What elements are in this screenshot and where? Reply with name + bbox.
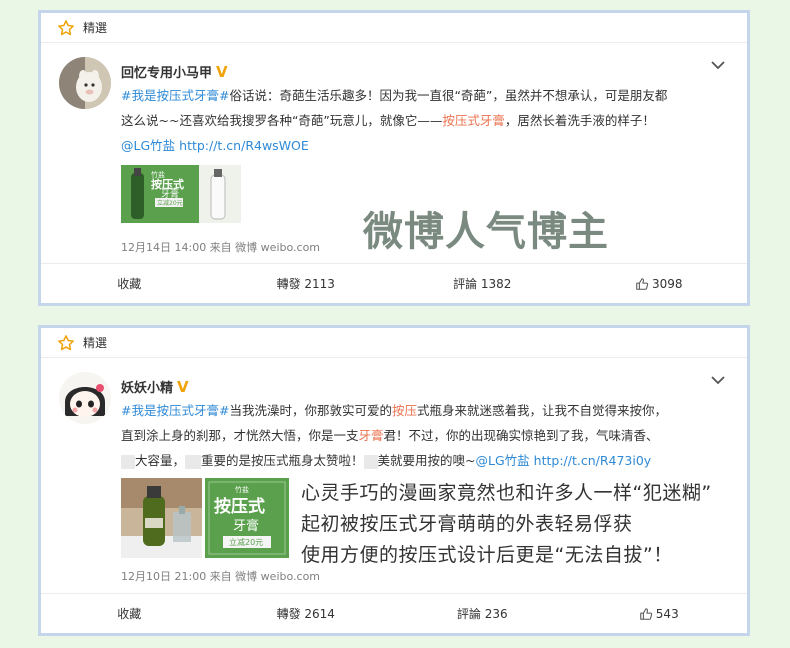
topic-link[interactable]: #我是按压式牙膏# [121, 403, 229, 418]
thumb-badge: 立减20元 [229, 537, 263, 547]
thumb-up-icon [636, 277, 649, 290]
vip-icon: V [216, 62, 228, 81]
repost-button[interactable]: 轉發 2614 [218, 605, 395, 622]
mask-block [185, 454, 202, 469]
post-text: #我是按压式牙膏#当我洗澡时，你那敦实可爱的按压式瓶身来就迷惑着我，让我不自觉得… [121, 403, 667, 469]
post-card-2: 精選 妖妖小精 V #我是按压式牙膏#当我洗澡时，你那敦实可爱的按压式瓶身来就迷… [38, 325, 750, 636]
post-image[interactable]: 竹盐 按压式 牙膏 立减20元 [205, 478, 289, 558]
thumb-up-icon [640, 607, 652, 620]
avatar[interactable] [59, 372, 111, 424]
repost-button[interactable]: 轉發 2113 [218, 275, 395, 292]
chevron-down-icon[interactable] [711, 60, 725, 70]
action-bar: 收藏 轉發 2614 評論 236 543 [41, 593, 747, 633]
user-name[interactable]: 妖妖小精 V [121, 377, 189, 397]
post-image[interactable] [121, 478, 202, 558]
thumb-sub: 牙膏 [161, 188, 179, 200]
comment-button[interactable]: 評論 236 [394, 605, 571, 622]
thumb-sub: 牙膏 [233, 518, 259, 534]
featured-label: 精選 [83, 21, 108, 35]
mention-link[interactable]: @LG竹盐 [121, 138, 175, 153]
thumb-brand: 竹盐 [235, 485, 249, 494]
mask-block [363, 454, 378, 469]
post-meta: 12月10日 21:00 来自 微博 weibo.com [121, 570, 321, 583]
avatar[interactable] [59, 57, 111, 109]
post-image[interactable]: 竹盐 按压式 牙膏 立减20元 [121, 165, 241, 223]
mention-link[interactable]: @LG竹盐 [476, 453, 530, 468]
featured-header: 精選 [41, 13, 747, 43]
post-meta: 12月14日 14:00 来自 微博 weibo.com [121, 241, 321, 254]
caption-line: 使用方便的按压式设计后更是“无法自拔”！ [301, 544, 673, 566]
watermark: 微博人气博主 [363, 209, 609, 255]
action-bar: 收藏 轉發 2113 評論 1382 3098 [41, 263, 747, 303]
post-card-1: 精選 回忆专用小马甲 V #我是按压式牙膏#俗话说：奇葩生活乐趣多！因为我一直很… [38, 10, 750, 306]
caption-line: 心灵手巧的漫画家竟然也和许多人一样“犯迷糊” [301, 482, 712, 504]
url-link[interactable]: http://t.cn/R473i0y [534, 453, 652, 468]
comment-button[interactable]: 評論 1382 [394, 275, 571, 292]
star-icon [58, 334, 74, 350]
like-button[interactable]: 543 [571, 607, 748, 621]
thumb-title: 按压式 [214, 496, 265, 517]
vip-icon: V [177, 377, 189, 396]
mask-block [121, 454, 135, 469]
user-name[interactable]: 回忆专用小马甲 V [121, 62, 228, 82]
featured-header: 精選 [41, 328, 747, 358]
like-button[interactable]: 3098 [571, 277, 748, 291]
caption-line: 起初被按压式牙膏萌萌的外表轻易俘获 [301, 513, 633, 535]
thumb-badge: 立减20元 [157, 199, 183, 207]
favorite-button[interactable]: 收藏 [41, 605, 218, 622]
thumb-title: 按压式 [151, 177, 184, 191]
chevron-down-icon[interactable] [711, 375, 725, 385]
star-icon [58, 19, 74, 35]
topic-link[interactable]: #我是按压式牙膏# [121, 88, 229, 103]
post-text: #我是按压式牙膏#俗话说：奇葩生活乐趣多！因为我一直很“奇葩”，虽然并不想承认，… [121, 88, 668, 153]
favorite-button[interactable]: 收藏 [41, 275, 218, 292]
featured-label: 精選 [83, 336, 108, 350]
url-link[interactable]: http://t.cn/R4wsWOE [179, 138, 309, 153]
